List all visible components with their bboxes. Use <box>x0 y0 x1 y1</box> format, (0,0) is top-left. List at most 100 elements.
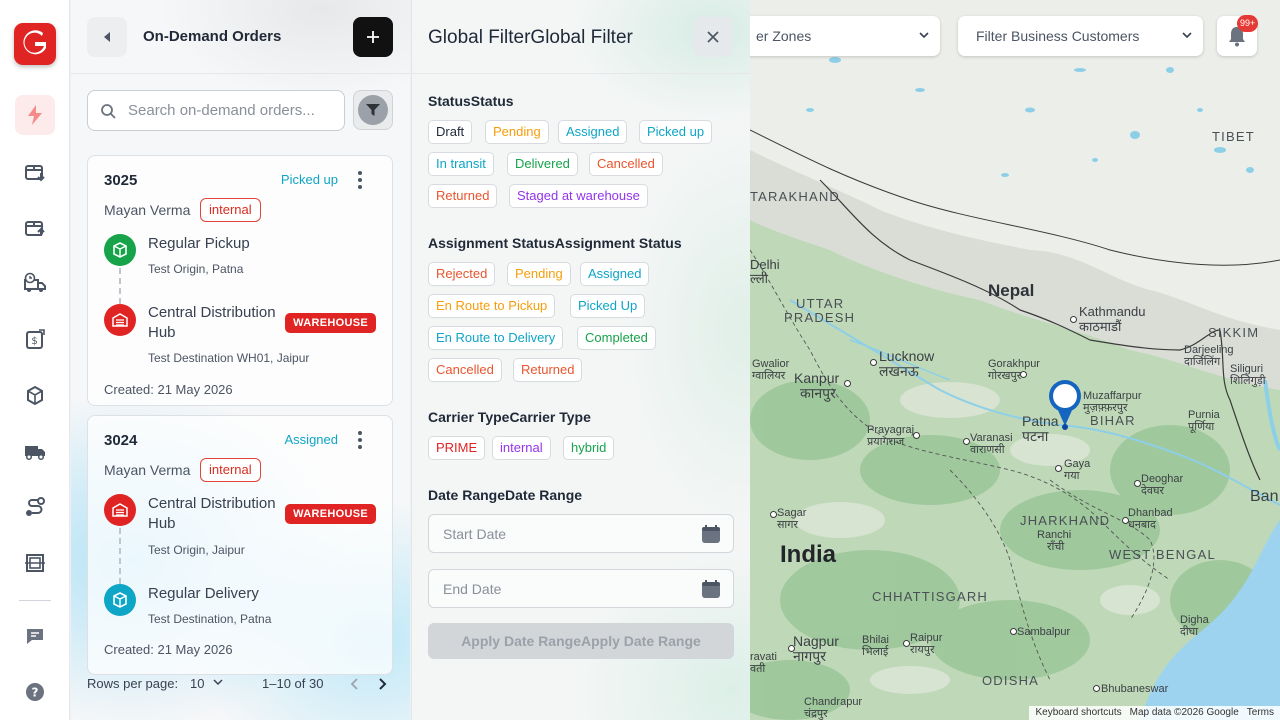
close-filter-button[interactable] <box>693 17 733 57</box>
brand-logo[interactable] <box>14 23 56 65</box>
status-chip-picked-up[interactable]: Picked up <box>639 120 713 144</box>
start-date-field[interactable] <box>428 514 734 553</box>
plus-icon <box>367 31 379 43</box>
map-label: Kathmandu <box>1079 304 1146 319</box>
carrier-chip-hybrid[interactable]: hybrid <box>563 436 615 460</box>
calendar-icon[interactable] <box>701 524 721 544</box>
status-chip-draft[interactable]: Draft <box>428 120 473 144</box>
package-icon <box>113 592 127 608</box>
filter-toggle-button[interactable] <box>353 90 393 130</box>
city-marker <box>903 640 910 647</box>
status-chip-cancelled[interactable]: Cancelled <box>589 152 663 176</box>
order-card[interactable]: 3025 Picked up Mayan Verma internal Regu… <box>87 155 393 406</box>
map-label: सागर <box>777 519 798 531</box>
business-customer-filter-value: Filter Business Customers <box>976 28 1140 44</box>
previous-page-button[interactable] <box>343 672 365 696</box>
carrier-chip-internal[interactable]: internal <box>492 436 551 460</box>
end-date-field[interactable] <box>428 569 734 608</box>
pagination: Rows per page: 10 1–10 of 30 <box>71 655 410 720</box>
assignment-chip-en-route-to-pickup[interactable]: En Route to Pickup <box>428 294 556 318</box>
date-range-section-title: Date RangeDate Range <box>428 487 583 503</box>
map-label: दीघा <box>1180 626 1199 638</box>
assignment-chip-picked-up[interactable]: Picked Up <box>570 294 646 318</box>
next-page-button[interactable] <box>372 672 394 696</box>
map-label: PRADESH <box>784 310 856 325</box>
billing-icon: $ <box>26 329 45 349</box>
stop-address: Test Destination, Patna <box>148 612 272 626</box>
assignment-chip-en-route-to-delivery[interactable]: En Route to Delivery <box>428 326 564 350</box>
apply-date-range-button[interactable]: Apply Date RangeApply Date Range <box>428 623 734 659</box>
customer-name: Mayan Verma <box>104 202 191 218</box>
more-options-icon[interactable] <box>350 430 370 450</box>
assignment-chip-returned[interactable]: Returned <box>513 358 583 382</box>
start-date-input[interactable] <box>443 525 683 542</box>
stop-address: Test Origin, Patna <box>148 262 244 276</box>
terms-link[interactable]: Terms <box>1247 706 1274 720</box>
warehouse-stop-icon <box>104 494 136 526</box>
rail-item-help[interactable]: ? <box>15 672 55 712</box>
rail-item-scheduled[interactable] <box>15 263 55 303</box>
order-status: Assigned <box>284 432 338 447</box>
map-view[interactable]: TIBET TARAKHAND Delhi ल्ली Nepal Kathman… <box>750 0 1280 720</box>
calendar-icon[interactable] <box>701 579 721 599</box>
rail-item-billing[interactable]: $ <box>15 319 55 359</box>
map-label: JHARKHAND <box>1020 513 1111 528</box>
map-label: Nagpur <box>793 633 839 649</box>
rail-item-routes[interactable] <box>15 487 55 527</box>
add-order-button[interactable] <box>353 17 393 57</box>
status-chip-in-transit[interactable]: In transit <box>428 152 494 176</box>
assignment-chip-completed[interactable]: Completed <box>577 326 656 350</box>
rail-item-inbound[interactable] <box>15 151 55 191</box>
status-chip-delivered[interactable]: Delivered <box>507 152 578 176</box>
business-customer-filter-select[interactable]: Filter Business Customers <box>958 16 1203 56</box>
pickup-stop-icon <box>104 234 136 266</box>
truck-clock-icon <box>24 272 46 292</box>
assignment-chip-rejected[interactable]: Rejected <box>428 262 496 286</box>
page-title: On-Demand Orders <box>143 28 282 45</box>
rail-item-scan[interactable] <box>15 543 55 583</box>
notification-count-badge: 99+ <box>1237 15 1259 32</box>
customer-name: Mayan Verma <box>104 462 191 478</box>
search-input[interactable] <box>128 102 338 119</box>
chevron-down-icon[interactable] <box>212 677 224 687</box>
zone-filter-select[interactable]: er Zones <box>750 16 940 56</box>
keyboard-shortcuts-link[interactable]: Keyboard shortcuts <box>1035 706 1121 720</box>
scan-frame-icon <box>25 554 45 572</box>
more-options-icon[interactable] <box>350 170 370 190</box>
status-chip-staged-at-warehouse[interactable]: Staged at warehouse <box>509 184 648 208</box>
assignment-chip-cancelled[interactable]: Cancelled <box>428 358 502 382</box>
rail-item-inventory[interactable] <box>15 375 55 415</box>
chat-icon <box>27 629 43 644</box>
map-label: Bhubaneswar <box>1101 683 1169 695</box>
map-label: पटना <box>1022 428 1049 444</box>
rail-item-on-demand[interactable] <box>15 95 55 135</box>
warehouse-badge: WAREHOUSE <box>285 504 376 524</box>
rail-item-fleet[interactable] <box>15 431 55 471</box>
assignment-chip-assigned[interactable]: Assigned <box>580 262 650 286</box>
stop-title-line2: Hub <box>148 324 176 341</box>
rail-item-outbound[interactable] <box>15 207 55 247</box>
chevron-right-icon <box>379 678 387 690</box>
rail-item-messages[interactable] <box>15 616 55 656</box>
status-chip-returned[interactable]: Returned <box>428 184 498 208</box>
end-date-input[interactable] <box>443 580 683 597</box>
stop-title-line1: Central Distribution <box>148 495 276 512</box>
close-icon <box>707 31 719 43</box>
order-card[interactable]: 3024 Assigned Mayan Verma internal Centr… <box>87 415 393 675</box>
map-label: UTTAR <box>796 296 845 311</box>
location-pin-icon[interactable] <box>1046 378 1084 432</box>
map-label: CHHATTISGARH <box>872 589 988 604</box>
assignment-chip-pending[interactable]: Pending <box>507 262 571 286</box>
status-chip-assigned[interactable]: Assigned <box>558 120 628 144</box>
map-label: Delhi <box>750 257 780 272</box>
city-marker <box>963 438 970 445</box>
status-chip-pending[interactable]: Pending <box>485 120 549 144</box>
map-label: ग्वालियर <box>752 370 786 382</box>
back-button[interactable] <box>87 17 127 57</box>
box-upload-icon <box>25 221 45 236</box>
carrier-chip-prime[interactable]: PRIME <box>428 436 486 460</box>
filter-icon <box>366 104 380 116</box>
warehouse-badge: WAREHOUSE <box>285 313 376 333</box>
city-marker <box>844 380 851 387</box>
rows-per-page-select[interactable]: 10 <box>190 676 204 691</box>
